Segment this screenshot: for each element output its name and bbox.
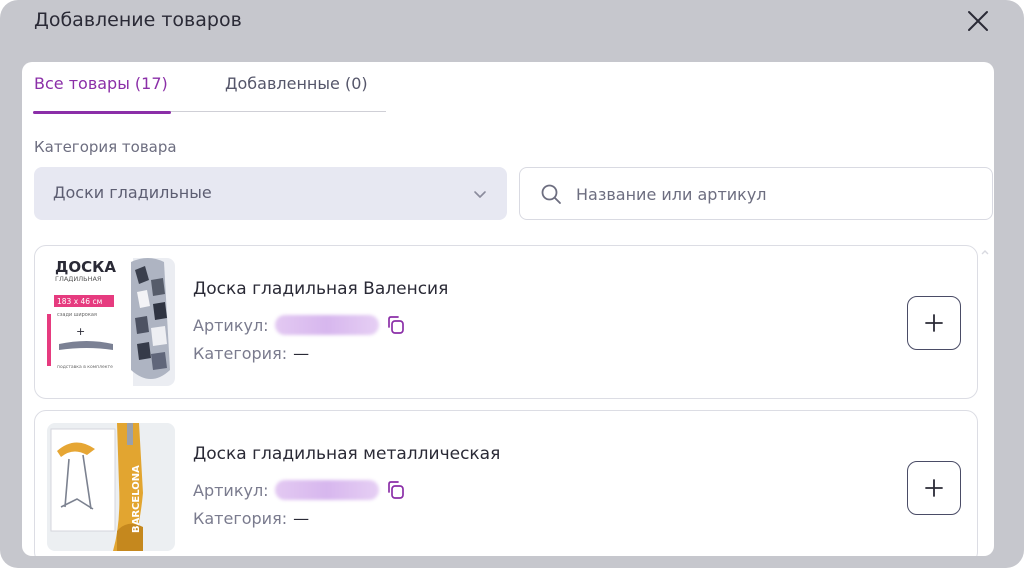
active-tab-indicator xyxy=(33,111,171,114)
thumb-note: сзади широкая xyxy=(57,312,97,318)
search-field[interactable] xyxy=(519,167,993,220)
product-list: ДОСКА ГЛАДИЛЬНАЯ 183 х 46 см сзади широк… xyxy=(34,245,980,556)
product-name: Доска гладильная металлическая xyxy=(193,444,501,464)
search-icon xyxy=(541,184,561,204)
category-row: Категория: — xyxy=(193,344,309,363)
thumb-size: 183 х 46 см xyxy=(57,297,102,306)
tab-all-products[interactable]: Все товары (17) xyxy=(33,72,171,114)
content-panel: Все товары (17) Добавленные (0) Категори… xyxy=(22,62,994,556)
add-product-button[interactable] xyxy=(907,461,961,515)
sku-row: Артикул: xyxy=(193,313,407,337)
sku-label: Артикул: xyxy=(193,315,269,335)
close-button[interactable] xyxy=(964,7,992,35)
thumb-brand: BARCELONA xyxy=(131,465,142,533)
sku-value-redacted xyxy=(274,480,379,500)
category-label: Категория товара xyxy=(34,138,177,156)
copy-icon[interactable] xyxy=(385,479,407,501)
list-item: BARCELONA Доска гладильная металлическая… xyxy=(34,410,978,556)
sku-row: Артикул: xyxy=(193,478,407,502)
chevron-down-icon xyxy=(474,191,486,198)
thumb-subtitle: ГЛАДИЛЬНАЯ xyxy=(55,275,101,283)
category-select[interactable]: Доски гладильные xyxy=(34,167,507,220)
plus-icon xyxy=(925,314,943,332)
tab-added-products-label: Добавленные (0) xyxy=(225,74,368,93)
category-row: Категория: — xyxy=(193,509,309,528)
product-image: ДОСКА ГЛАДИЛЬНАЯ 183 х 46 см сзади широк… xyxy=(47,258,175,386)
category-label: Категория: xyxy=(193,344,288,363)
category-select-value: Доски гладильные xyxy=(53,183,212,202)
plus-icon xyxy=(925,479,943,497)
product-image: BARCELONA xyxy=(47,423,175,551)
product-name: Доска гладильная Валенсия xyxy=(193,279,449,299)
category-value: — xyxy=(293,509,310,528)
tab-all-products-label: Все товары (17) xyxy=(34,74,168,93)
scroll-up-icon[interactable] xyxy=(980,248,990,256)
close-icon xyxy=(968,11,988,31)
add-products-modal: Добавление товаров Все товары (17) Добав… xyxy=(0,0,1024,568)
tabs: Все товары (17) Добавленные (0) xyxy=(33,72,386,114)
thumb-note-2: подставка в комплекте xyxy=(57,365,113,370)
thumb-plus: + xyxy=(76,325,85,338)
thumb-title: ДОСКА xyxy=(55,258,116,276)
sku-value-redacted xyxy=(274,315,379,335)
tab-added-products[interactable]: Добавленные (0) xyxy=(225,72,368,112)
search-input[interactable] xyxy=(576,182,976,206)
list-item: ДОСКА ГЛАДИЛЬНАЯ 183 х 46 см сзади широк… xyxy=(34,245,978,399)
sku-label: Артикул: xyxy=(193,480,269,500)
copy-icon[interactable] xyxy=(385,314,407,336)
modal-title: Добавление товаров xyxy=(34,9,242,31)
add-product-button[interactable] xyxy=(907,296,961,350)
category-value: — xyxy=(293,344,310,363)
category-label: Категория: xyxy=(193,509,288,528)
